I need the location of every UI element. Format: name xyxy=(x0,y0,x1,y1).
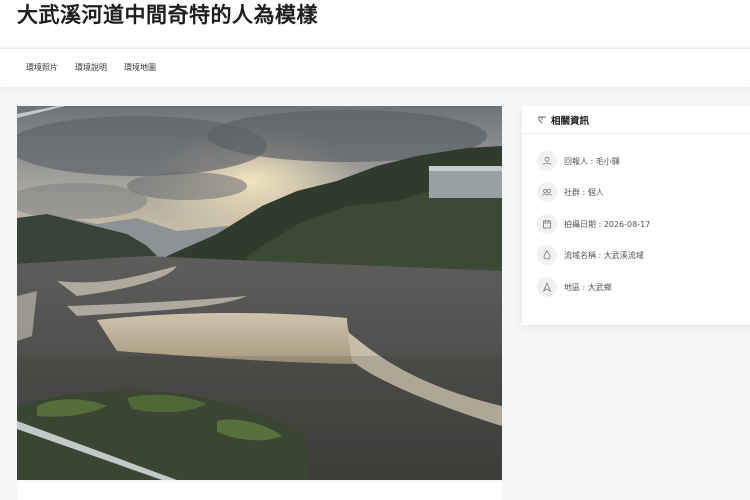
info-row-group: 社群 : 個人 xyxy=(537,182,747,202)
tab-environment-description[interactable]: 環境說明 xyxy=(75,62,107,73)
info-card-header: 相關資訊 xyxy=(522,106,750,134)
reporter-text: 回報人 : 毛小驛 xyxy=(564,157,620,166)
tab-environment-photos[interactable]: 環境照片 xyxy=(26,62,58,73)
environment-photo[interactable] xyxy=(17,106,502,480)
location-icon xyxy=(537,277,557,297)
related-info-card: 相關資訊 回報人 : 毛小驛 社群 : 個人 拍攝日期 : 2026-08-17… xyxy=(522,106,750,325)
tab-bar: 環境照片 環境說明 環境地圖 xyxy=(0,48,750,87)
water-drop-icon xyxy=(537,245,557,265)
photo-caption-card xyxy=(17,482,502,500)
page-title: 大武溪河道中間奇特的人為模樣 xyxy=(17,3,318,27)
info-row-region: 地區 : 大武鄉 xyxy=(537,277,747,297)
group-text: 社群 : 個人 xyxy=(564,188,604,197)
info-row-basin: 流域名稱 : 大武溪流域 xyxy=(537,245,747,265)
calendar-icon xyxy=(537,214,557,234)
tag-icon xyxy=(538,116,546,124)
river-landscape-image xyxy=(17,106,502,480)
info-card-title: 相關資訊 xyxy=(551,116,590,127)
region-text: 地區 : 大武鄉 xyxy=(564,283,612,292)
info-row-date: 拍攝日期 : 2026-08-17 xyxy=(537,214,747,234)
basin-name-text: 流域名稱 : 大武溪流域 xyxy=(564,251,644,260)
group-icon xyxy=(537,182,557,202)
capture-date-text: 拍攝日期 : 2026-08-17 xyxy=(564,220,651,229)
page-header: 大武溪河道中間奇特的人為模樣 xyxy=(0,0,750,47)
tab-environment-map[interactable]: 環境地圖 xyxy=(124,62,156,73)
info-row-reporter: 回報人 : 毛小驛 xyxy=(537,151,747,171)
person-icon xyxy=(537,151,557,171)
